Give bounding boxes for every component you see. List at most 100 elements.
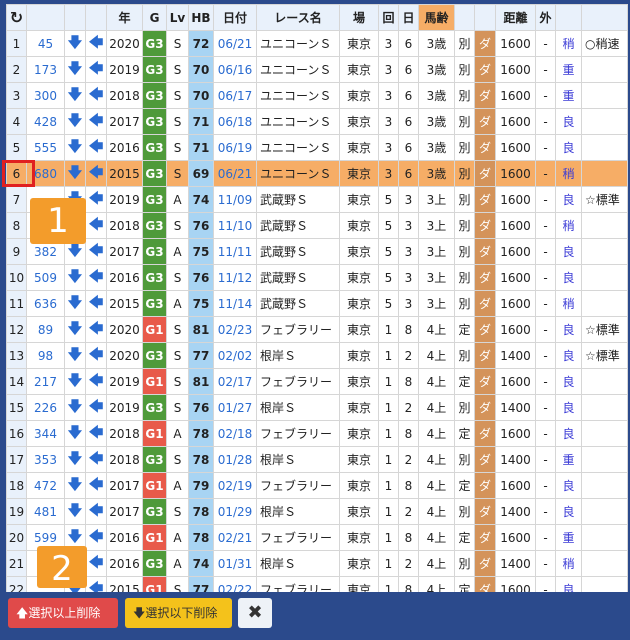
- table-row[interactable]: 18 472 🡇 🡄 2017 G1 A 79 02/19 フェブラリー 東京 1 8 4上定ダ 1600-…: [6, 472, 628, 499]
- race-name[interactable]: フェブラリー: [256, 420, 340, 447]
- table-row[interactable]: 13 98 🡇 🡄 2020 G3 S 77 02/02 根岸Ｓ 東京 1 2 4上別ダ 1400- 良 ☆標準: [6, 342, 628, 369]
- header-age[interactable]: 馬齢: [418, 4, 455, 31]
- header-venue[interactable]: 場: [339, 4, 379, 31]
- down-arrow-icon[interactable]: 🡇: [64, 160, 86, 187]
- date-cell[interactable]: 02/02: [213, 342, 257, 369]
- race-name[interactable]: 根岸Ｓ: [256, 446, 340, 473]
- refresh-icon[interactable]: ↻: [6, 4, 27, 31]
- race-name[interactable]: 根岸Ｓ: [256, 342, 340, 369]
- row-number[interactable]: 217: [26, 368, 65, 395]
- header-grade[interactable]: G: [142, 4, 167, 31]
- race-name[interactable]: ユニコーンＳ: [256, 30, 340, 57]
- left-arrow-icon[interactable]: 🡄: [85, 186, 107, 213]
- race-name[interactable]: フェブラリー: [256, 472, 340, 499]
- left-arrow-icon[interactable]: 🡄: [85, 290, 107, 317]
- delete-above-button[interactable]: 🡅選択以上削除: [8, 598, 118, 628]
- race-name[interactable]: 根岸Ｓ: [256, 498, 340, 525]
- race-name[interactable]: フェブラリー: [256, 368, 340, 395]
- date-cell[interactable]: 06/16: [213, 56, 257, 83]
- left-arrow-icon[interactable]: 🡄: [85, 30, 107, 57]
- close-button[interactable]: ✖: [238, 598, 272, 628]
- left-arrow-icon[interactable]: 🡄: [85, 56, 107, 83]
- down-arrow-icon[interactable]: 🡇: [64, 446, 86, 473]
- race-name[interactable]: 武蔵野Ｓ: [256, 290, 340, 317]
- race-name[interactable]: ユニコーンＳ: [256, 56, 340, 83]
- row-number[interactable]: 45: [26, 30, 65, 57]
- date-cell[interactable]: 06/19: [213, 134, 257, 161]
- down-arrow-icon[interactable]: 🡇: [64, 264, 86, 291]
- down-arrow-icon[interactable]: 🡇: [64, 290, 86, 317]
- down-arrow-icon[interactable]: 🡇: [64, 134, 86, 161]
- table-row[interactable]: 7🡇🡄2019G3A7411/09武蔵野Ｓ東京533上別ダ1600-良☆標準: [6, 186, 628, 213]
- row-number[interactable]: 636: [26, 290, 65, 317]
- race-name[interactable]: ユニコーンＳ: [256, 134, 340, 161]
- down-arrow-icon[interactable]: 🡇: [64, 56, 86, 83]
- table-row[interactable]: 16 344 🡇 🡄 2018 G1 A 78 02/18 フェブラリー 東京 1 8 4上定ダ 1600-…: [6, 420, 628, 447]
- race-name[interactable]: 武蔵野Ｓ: [256, 186, 340, 213]
- left-arrow-icon[interactable]: 🡄: [85, 82, 107, 109]
- table-row[interactable]: 15 226 🡇 🡄 2019 G3 S 76 01/27 根岸Ｓ 東京 1 2 4上別ダ 1400- 良: [6, 394, 628, 421]
- row-number[interactable]: 481: [26, 498, 65, 525]
- date-cell[interactable]: 06/21: [213, 160, 257, 187]
- row-number[interactable]: 353: [26, 446, 65, 473]
- race-name[interactable]: フェブラリー: [256, 524, 340, 551]
- race-name[interactable]: ユニコーンＳ: [256, 108, 340, 135]
- table-row[interactable]: 12 89 🡇 🡄 2020 G1 S 81 02/23 フェブラリー 東京 1 8 4上定ダ 1600- 良…: [6, 316, 628, 343]
- date-cell[interactable]: 01/29: [213, 498, 257, 525]
- down-arrow-icon[interactable]: 🡇: [64, 368, 86, 395]
- down-arrow-icon[interactable]: 🡇: [64, 30, 86, 57]
- header-outer[interactable]: 外: [535, 4, 556, 31]
- row-number[interactable]: 98: [26, 342, 65, 369]
- header-distance[interactable]: 距離: [495, 4, 536, 31]
- left-arrow-icon[interactable]: 🡄: [85, 238, 107, 265]
- race-name[interactable]: 根岸Ｓ: [256, 550, 340, 577]
- race-name[interactable]: 武蔵野Ｓ: [256, 264, 340, 291]
- date-cell[interactable]: 01/31: [213, 550, 257, 577]
- table-row[interactable]: 9 382 🡇 🡄 2017 G3 A 75 11/11 武蔵野Ｓ 東京 5 3 3上別ダ 1600- 良: [6, 238, 628, 265]
- row-number[interactable]: 509: [26, 264, 65, 291]
- table-row[interactable]: 14 217 🡇 🡄 2019 G1 S 81 02/17 フェブラリー 東京 1 8 4上定ダ 1600-…: [6, 368, 628, 395]
- date-cell[interactable]: 11/12: [213, 264, 257, 291]
- left-arrow-icon[interactable]: 🡄: [85, 498, 107, 525]
- left-arrow-icon[interactable]: 🡄: [85, 550, 107, 577]
- row-number[interactable]: 89: [26, 316, 65, 343]
- table-row[interactable]: 8🡇🡄2018G3S7611/10武蔵野Ｓ東京533上別ダ1600-稍: [6, 212, 628, 239]
- table-row[interactable]: 10 509 🡇 🡄 2016 G3 S 76 11/12 武蔵野Ｓ 東京 5 3 3上別ダ 1600- 良: [6, 264, 628, 291]
- left-arrow-icon[interactable]: 🡄: [85, 472, 107, 499]
- left-arrow-icon[interactable]: 🡄: [85, 212, 107, 239]
- date-cell[interactable]: 06/18: [213, 108, 257, 135]
- table-row[interactable]: 11 636 🡇 🡄 2015 G3 A 75 11/14 武蔵野Ｓ 東京 5 3 3上別ダ 1600- 稍: [6, 290, 628, 317]
- race-name[interactable]: 根岸Ｓ: [256, 394, 340, 421]
- table-row[interactable]: 2 173 🡇 🡄 2019 G3 S 70 06/16 ユニコーンＳ 東京 3 6 3歳別ダ 1600- 重: [6, 56, 628, 83]
- delete-below-button[interactable]: 🡇選択以下削除: [125, 598, 232, 628]
- row-number[interactable]: 300: [26, 82, 65, 109]
- table-row[interactable]: 20 599 🡇 🡄 2016 G1 A 78 02/21 フェブラリー 東京 1 8 4上定ダ 1600-…: [6, 524, 628, 551]
- down-arrow-icon[interactable]: 🡇: [64, 82, 86, 109]
- down-arrow-icon[interactable]: 🡇: [64, 498, 86, 525]
- race-name[interactable]: 武蔵野Ｓ: [256, 212, 340, 239]
- table-row[interactable]: 19 481 🡇 🡄 2017 G3 S 78 01/29 根岸Ｓ 東京 1 2 4上別ダ 1400- 良: [6, 498, 628, 525]
- header-day[interactable]: 日: [398, 4, 419, 31]
- left-arrow-icon[interactable]: 🡄: [85, 420, 107, 447]
- table-row[interactable]: 6 680 🡇 🡄 2015 G3 S 69 06/21 ユニコーンＳ 東京 3 6 3歳別ダ 1600- 稍: [6, 160, 628, 187]
- race-name[interactable]: ユニコーンＳ: [256, 82, 340, 109]
- date-cell[interactable]: 11/11: [213, 238, 257, 265]
- row-number[interactable]: 555: [26, 134, 65, 161]
- race-name[interactable]: フェブラリー: [256, 576, 340, 592]
- table-row[interactable]: 21🡇🡄2016G3A7401/31根岸Ｓ東京124上別ダ1400-稍: [6, 550, 628, 577]
- table-row[interactable]: 17 353 🡇 🡄 2018 G3 S 78 01/28 根岸Ｓ 東京 1 2 4上別ダ 1400- 重: [6, 446, 628, 473]
- down-arrow-icon[interactable]: 🡇: [64, 420, 86, 447]
- header-lv[interactable]: Lv: [166, 4, 189, 31]
- date-cell[interactable]: 02/19: [213, 472, 257, 499]
- row-number[interactable]: 173: [26, 56, 65, 83]
- date-cell[interactable]: 01/27: [213, 394, 257, 421]
- race-name[interactable]: ユニコーンＳ: [256, 160, 340, 187]
- date-cell[interactable]: 11/14: [213, 290, 257, 317]
- table-row[interactable]: 3 300 🡇 🡄 2018 G3 S 70 06/17 ユニコーンＳ 東京 3 6 3歳別ダ 1600- 重: [6, 82, 628, 109]
- down-arrow-icon[interactable]: 🡇: [64, 316, 86, 343]
- date-cell[interactable]: 02/22: [213, 576, 257, 592]
- down-arrow-icon[interactable]: 🡇: [64, 108, 86, 135]
- header-date[interactable]: 日付: [213, 4, 257, 31]
- table-row[interactable]: 22🡇🡄2015G1S7702/22フェブラリー東京184上定ダ1600-良: [6, 576, 628, 592]
- header-race[interactable]: レース名: [256, 4, 340, 31]
